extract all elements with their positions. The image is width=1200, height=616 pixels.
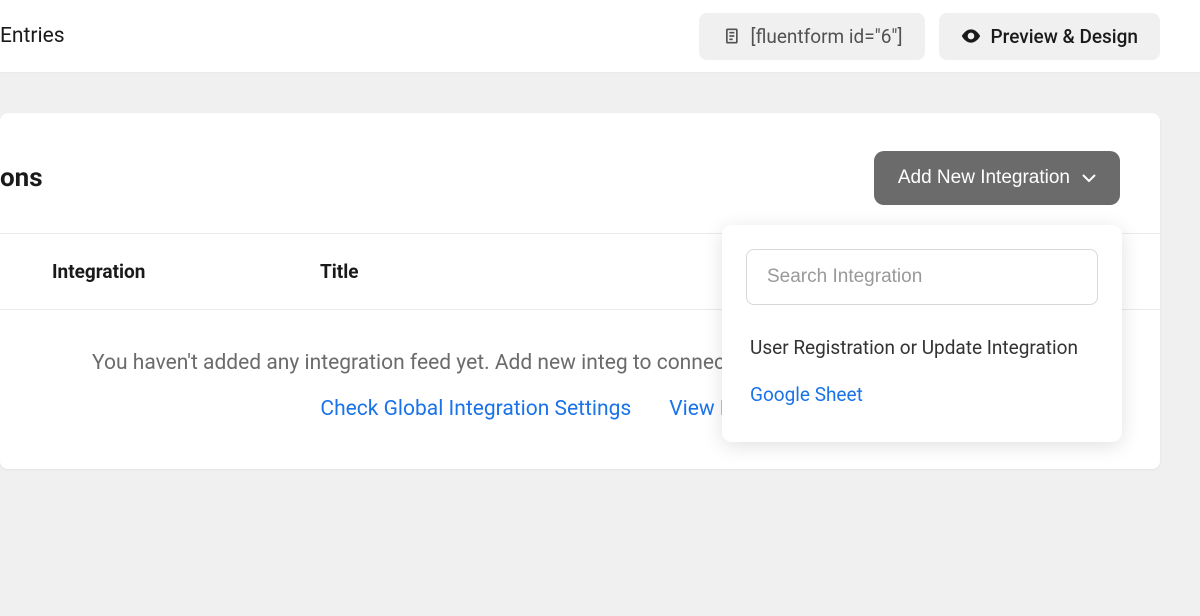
eye-icon xyxy=(961,29,981,43)
integrations-panel: ons Add New Integration Integration Titl… xyxy=(0,113,1160,469)
panel-title: ons xyxy=(0,163,43,193)
copy-icon xyxy=(721,26,741,46)
add-new-integration-button[interactable]: Add New Integration xyxy=(874,151,1120,205)
panel-header: ons Add New Integration xyxy=(0,113,1160,233)
column-header-title: Title xyxy=(320,260,359,283)
column-header-integration: Integration xyxy=(0,260,320,283)
dropdown-item-user-registration[interactable]: User Registration or Update Integration xyxy=(746,319,1098,370)
dropdown-item-google-sheet[interactable]: Google Sheet xyxy=(746,370,1098,417)
add-button-label: Add New Integration xyxy=(898,167,1070,189)
chevron-down-icon xyxy=(1082,174,1096,183)
tab-entries[interactable]: Entries xyxy=(0,24,65,48)
link-global-settings[interactable]: Check Global Integration Settings xyxy=(320,397,631,421)
top-bar: Entries [fluentform id="6"] Preview & De… xyxy=(0,0,1200,73)
shortcode-text: [fluentform id="6"] xyxy=(751,25,903,48)
search-integration-input[interactable] xyxy=(746,249,1098,305)
integration-dropdown: User Registration or Update Integration … xyxy=(722,225,1122,442)
top-bar-right: [fluentform id="6"] Preview & Design xyxy=(699,13,1160,60)
shortcode-badge[interactable]: [fluentform id="6"] xyxy=(699,13,925,60)
preview-design-button[interactable]: Preview & Design xyxy=(939,13,1160,60)
preview-label: Preview & Design xyxy=(991,25,1138,48)
top-bar-left: Entries xyxy=(0,24,65,48)
